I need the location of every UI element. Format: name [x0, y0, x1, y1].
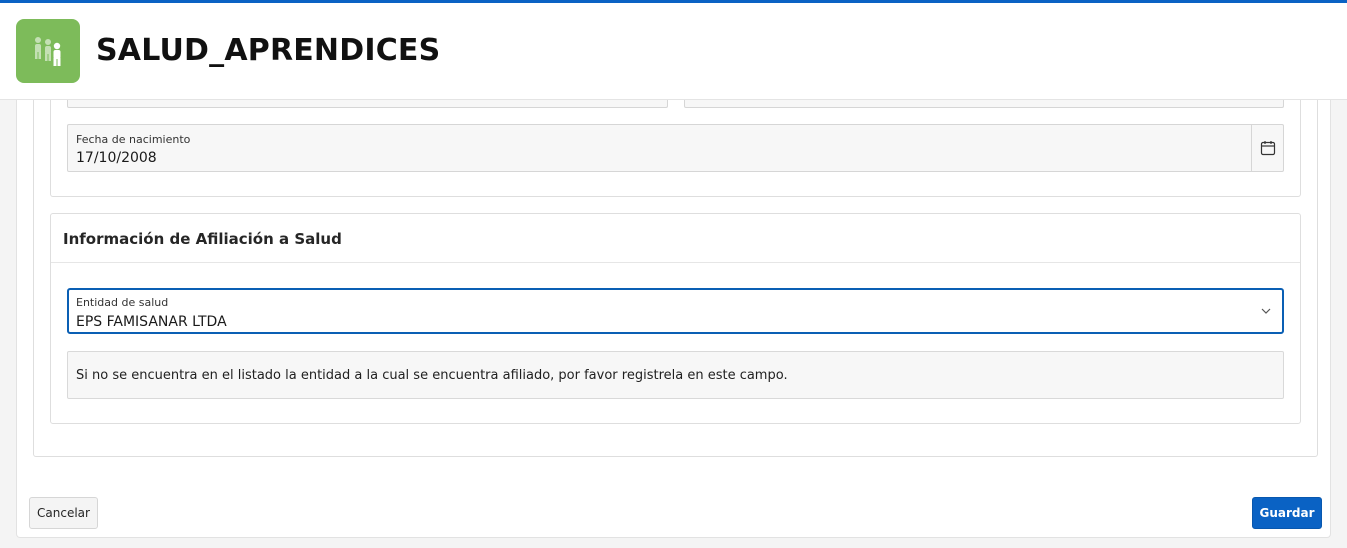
other-entity-field[interactable]: Si no se encuentra en el listado la enti… [67, 351, 1284, 399]
cancel-button[interactable]: Cancelar [29, 497, 98, 529]
app-title: SALUD_APRENDICES [96, 33, 441, 68]
health-entity-label: Entidad de salud [76, 296, 169, 309]
health-entity-value[interactable]: EPS FAMISANAR LTDA [76, 314, 227, 330]
calendar-button[interactable] [1251, 125, 1283, 171]
birthdate-value[interactable]: 17/10/2008 [76, 150, 157, 166]
app-header: SALUD_APRENDICES [0, 3, 1347, 100]
partial-field-right[interactable] [684, 100, 1284, 108]
people-group-icon [16, 19, 80, 83]
chevron-down-icon[interactable] [1260, 305, 1272, 317]
health-entity-select[interactable]: Entidad de salud EPS FAMISANAR LTDA [67, 288, 1284, 334]
save-button[interactable]: Guardar [1252, 497, 1322, 529]
calendar-icon [1260, 141, 1275, 156]
birthdate-field[interactable]: Fecha de nacimiento 17/10/2008 [67, 124, 1284, 172]
region-header: Información de Afiliación a Salud [51, 214, 1300, 263]
region-title: Información de Afiliación a Salud [63, 230, 342, 248]
other-entity-placeholder: Si no se encuentra en el listado la enti… [76, 368, 788, 383]
birthdate-label: Fecha de nacimiento [76, 133, 191, 146]
partial-field-left[interactable] [67, 100, 668, 108]
